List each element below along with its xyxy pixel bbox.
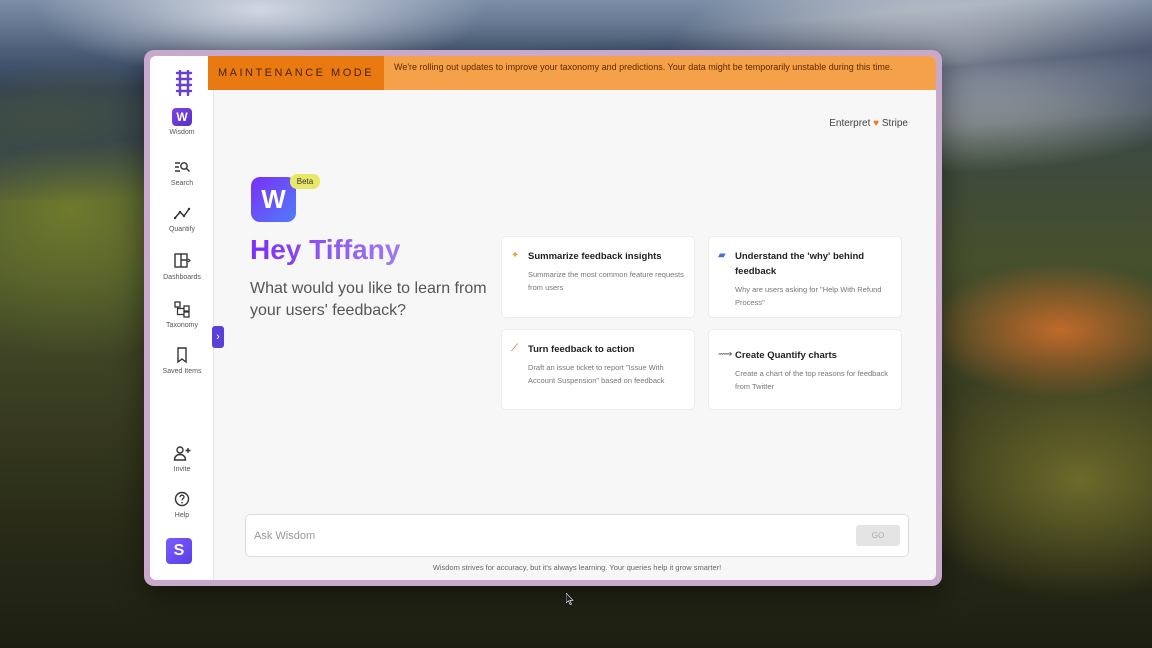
taxonomy-icon <box>172 300 192 318</box>
trend-icon: ⟿ <box>718 349 733 360</box>
sidebar-item-label: Dashboards <box>163 274 201 281</box>
sidebar-item-quantify[interactable]: Quantify <box>150 204 214 233</box>
sidebar-item-taxonomy[interactable]: Taxonomy <box>150 300 214 329</box>
card-title: Summarize feedback insights <box>528 251 662 262</box>
org-avatar[interactable]: S <box>166 538 192 564</box>
quantify-icon <box>172 204 192 222</box>
card-description: Create a chart of the top reasons for fe… <box>735 369 889 391</box>
add-user-icon <box>172 444 192 462</box>
sidebar-item-label: Saved Items <box>162 368 202 375</box>
org-name-right: Stripe <box>881 118 908 129</box>
greeting-title: Hey Tiffany <box>250 234 401 265</box>
bookmark-icon <box>172 346 192 364</box>
card-title: Turn feedback to action <box>528 344 635 355</box>
prompt-text: What would you like to learn from your u… <box>250 280 487 319</box>
org-switcher[interactable]: Enterpret ♥ Stripe <box>829 118 908 129</box>
expand-sidebar-button[interactable]: › <box>212 326 224 348</box>
sidebar-item-label: Invite <box>173 466 191 473</box>
dashboards-icon <box>172 252 192 270</box>
suggestion-card-quantify-charts[interactable]: ⟿ Create Quantify charts Create a chart … <box>708 329 902 410</box>
mouse-cursor-icon <box>566 593 574 605</box>
sidebar-item-saved-items[interactable]: Saved Items <box>150 346 214 375</box>
suggestion-card-understand-why[interactable]: ▰ Understand the 'why' behind feedback W… <box>708 236 902 318</box>
suggestion-card-summarize[interactable]: ✦ Summarize feedback insights Summarize … <box>501 236 695 318</box>
chevron-right-icon: › <box>216 331 220 343</box>
ask-wisdom-box: GO <box>245 514 909 557</box>
org-name-left: Enterpret <box>829 118 871 129</box>
banner-label: MAINTENANCE MODE <box>208 56 384 90</box>
heart-icon: ♥ <box>873 118 880 129</box>
card-title: Understand the 'why' behind feedback <box>735 251 865 277</box>
sidebar: W Wisdom Search Quantify Dashboards Taxo… <box>150 56 214 580</box>
app-container: W Wisdom Search Quantify Dashboards Taxo… <box>150 56 936 580</box>
sidebar-item-label: Search <box>170 180 194 187</box>
wisdom-icon: W <box>172 108 192 126</box>
sidebar-item-dashboards[interactable]: Dashboards <box>150 252 214 281</box>
suggestion-card-feedback-to-action[interactable]: ⟋ Turn feedback to action Draft an issue… <box>501 329 695 410</box>
sparkle-icon: ✦ <box>511 250 520 261</box>
enterpret-logo-icon[interactable] <box>172 69 196 97</box>
chat-icon: ▰ <box>718 250 726 261</box>
ask-wisdom-input[interactable] <box>254 527 814 545</box>
sidebar-item-label: Help <box>174 512 190 519</box>
card-description: Summarize the most common feature reques… <box>528 270 684 292</box>
sidebar-item-wisdom[interactable]: W Wisdom <box>150 108 214 136</box>
beta-badge: Beta <box>290 174 320 189</box>
app-window: W Wisdom Search Quantify Dashboards Taxo… <box>144 50 942 586</box>
sidebar-item-label: Quantify <box>168 226 196 233</box>
card-description: Draft an issue ticket to report "Issue W… <box>528 363 665 385</box>
help-icon <box>172 490 192 508</box>
magic-wand-icon: ⟋ <box>511 343 518 354</box>
sidebar-item-label: Taxonomy <box>166 322 198 329</box>
disclaimer-text: Wisdom strives for accuracy, but it's al… <box>432 563 722 572</box>
search-icon <box>172 158 192 176</box>
sidebar-item-search[interactable]: Search <box>150 158 214 187</box>
maintenance-banner: MAINTENANCE MODE We're rolling out updat… <box>208 56 936 90</box>
sidebar-item-label: Wisdom <box>169 129 195 136</box>
go-button[interactable]: GO <box>856 525 900 546</box>
card-description: Why are users asking for "Help With Refu… <box>735 285 882 307</box>
sidebar-item-help[interactable]: Help <box>150 490 214 519</box>
card-title: Create Quantify charts <box>735 350 837 361</box>
banner-message: We're rolling out updates to improve you… <box>384 56 936 90</box>
sidebar-item-invite[interactable]: Invite <box>150 444 214 473</box>
